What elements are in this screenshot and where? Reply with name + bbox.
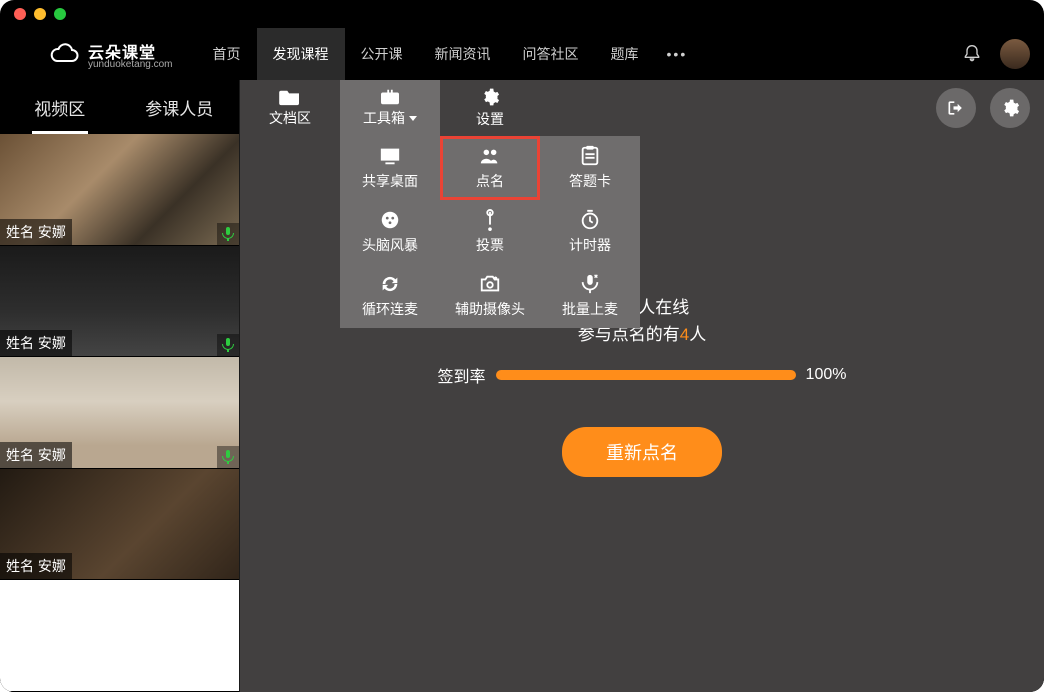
tool-label: 点名 bbox=[476, 171, 504, 191]
loop-mic-icon bbox=[379, 273, 401, 295]
signin-progress-fill bbox=[496, 370, 796, 380]
video-tile[interactable] bbox=[0, 580, 239, 692]
tab-documents[interactable]: 文档区 bbox=[240, 80, 340, 136]
settings-button[interactable] bbox=[990, 88, 1030, 128]
tool-label: 头脑风暴 bbox=[362, 235, 418, 255]
tab-settings-label: 设置 bbox=[476, 109, 504, 129]
signin-rate-row: 签到率 100% bbox=[438, 363, 847, 387]
titlebar bbox=[0, 0, 1044, 28]
tool-label: 循环连麦 bbox=[362, 299, 418, 319]
tool-label: 批量上麦 bbox=[562, 299, 618, 319]
tool-loop-mic[interactable]: 循环连麦 bbox=[340, 264, 440, 328]
signin-rate-value: 100% bbox=[806, 366, 847, 384]
sidebar-tab-video[interactable]: 视频区 bbox=[0, 80, 120, 134]
video-tile[interactable]: 姓名 安娜 bbox=[0, 357, 239, 469]
close-window-icon[interactable] bbox=[14, 8, 26, 20]
sidebar: 视频区 参课人员 姓名 安娜 姓名 安娜 姓名 安娜 bbox=[0, 80, 240, 692]
sidebar-tab-attendees[interactable]: 参课人员 bbox=[120, 80, 240, 134]
tab-toolbox-label: 工具箱 bbox=[363, 108, 405, 128]
maximize-window-icon[interactable] bbox=[54, 8, 66, 20]
briefcase-icon bbox=[379, 88, 401, 106]
tool-vote[interactable]: 投票 bbox=[440, 200, 540, 264]
vote-icon bbox=[479, 209, 501, 231]
tab-settings[interactable]: 设置 bbox=[440, 80, 540, 136]
avatar[interactable] bbox=[1000, 39, 1030, 69]
gear-icon bbox=[1000, 98, 1020, 118]
main: 视频区 参课人员 姓名 安娜 姓名 安娜 姓名 安娜 bbox=[0, 80, 1044, 692]
exit-icon bbox=[946, 98, 966, 118]
nav-question-bank[interactable]: 题库 bbox=[595, 28, 655, 80]
timer-icon bbox=[579, 209, 601, 231]
tool-aux-camera[interactable]: 辅助摄像头 bbox=[440, 264, 540, 328]
mic-icon[interactable] bbox=[217, 446, 239, 468]
mic-icon[interactable] bbox=[217, 223, 239, 245]
signin-progress bbox=[496, 370, 796, 380]
participant-name: 姓名 安娜 bbox=[0, 219, 72, 245]
nav-discover[interactable]: 发现课程 bbox=[257, 28, 345, 80]
tab-toolbox[interactable]: 工具箱 bbox=[340, 80, 440, 136]
tool-label: 答题卡 bbox=[569, 171, 611, 191]
chevron-down-icon bbox=[409, 116, 417, 121]
folder-icon bbox=[279, 88, 301, 106]
tool-brainstorm[interactable]: 头脑风暴 bbox=[340, 200, 440, 264]
nav-home[interactable]: 首页 bbox=[197, 28, 257, 80]
minimize-window-icon[interactable] bbox=[34, 8, 46, 20]
nav-more-icon[interactable]: ••• bbox=[655, 28, 700, 80]
bell-icon[interactable] bbox=[962, 44, 982, 64]
toolbox-panel: 共享桌面 点名 答题卡 头脑风暴 投票 bbox=[340, 136, 640, 328]
exit-button[interactable] bbox=[936, 88, 976, 128]
signin-rate-label: 签到率 bbox=[438, 363, 486, 387]
share-screen-icon bbox=[379, 145, 401, 167]
tool-share-screen[interactable]: 共享桌面 bbox=[340, 136, 440, 200]
tab-documents-label: 文档区 bbox=[269, 108, 311, 128]
nav-news[interactable]: 新闻资讯 bbox=[419, 28, 507, 80]
tool-label: 投票 bbox=[476, 235, 504, 255]
brainstorm-icon bbox=[379, 209, 401, 231]
logo-subtext: yunduoketang.com bbox=[88, 59, 173, 70]
mic-icon[interactable] bbox=[217, 334, 239, 356]
logo[interactable]: 云朵课堂 yunduoketang.com bbox=[50, 39, 173, 70]
sidebar-tabs: 视频区 参课人员 bbox=[0, 80, 239, 134]
attend-count: 4 bbox=[680, 325, 689, 344]
app-window: 云朵课堂 yunduoketang.com 首页 发现课程 公开课 新闻资讯 问… bbox=[0, 0, 1044, 692]
tool-answer-card[interactable]: 答题卡 bbox=[540, 136, 640, 200]
nav-items: 首页 发现课程 公开课 新闻资讯 问答社区 题库 ••• bbox=[197, 28, 700, 80]
tool-label: 计时器 bbox=[569, 235, 611, 255]
video-tile[interactable]: 姓名 安娜 bbox=[0, 469, 239, 581]
nav-open-class[interactable]: 公开课 bbox=[345, 28, 419, 80]
roll-call-icon bbox=[479, 145, 501, 167]
participant-name: 姓名 安娜 bbox=[0, 442, 72, 468]
tool-batch-mic[interactable]: 批量上麦 bbox=[540, 264, 640, 328]
video-list: 姓名 安娜 姓名 安娜 姓名 安娜 姓名 安娜 bbox=[0, 134, 239, 692]
participant-name: 姓名 安娜 bbox=[0, 330, 72, 356]
top-nav: 云朵课堂 yunduoketang.com 首页 发现课程 公开课 新闻资讯 问… bbox=[0, 28, 1044, 80]
answer-card-icon bbox=[579, 145, 601, 167]
tool-roll-call[interactable]: 点名 bbox=[440, 136, 540, 200]
nav-qa[interactable]: 问答社区 bbox=[507, 28, 595, 80]
gear-icon bbox=[480, 87, 500, 107]
tool-label: 共享桌面 bbox=[362, 171, 418, 191]
tool-timer[interactable]: 计时器 bbox=[540, 200, 640, 264]
content-toolbar: 文档区 工具箱 设置 bbox=[240, 80, 1044, 136]
video-tile[interactable]: 姓名 安娜 bbox=[0, 246, 239, 358]
video-tile[interactable]: 姓名 安娜 bbox=[0, 134, 239, 246]
batch-mic-icon bbox=[579, 273, 601, 295]
cloud-logo-icon bbox=[50, 43, 80, 65]
restart-rollcall-button[interactable]: 重新点名 bbox=[562, 427, 722, 477]
content-area: 文档区 工具箱 设置 bbox=[240, 80, 1044, 692]
tool-label: 辅助摄像头 bbox=[455, 299, 525, 319]
participant-name: 姓名 安娜 bbox=[0, 553, 72, 579]
camera-icon bbox=[479, 273, 501, 295]
